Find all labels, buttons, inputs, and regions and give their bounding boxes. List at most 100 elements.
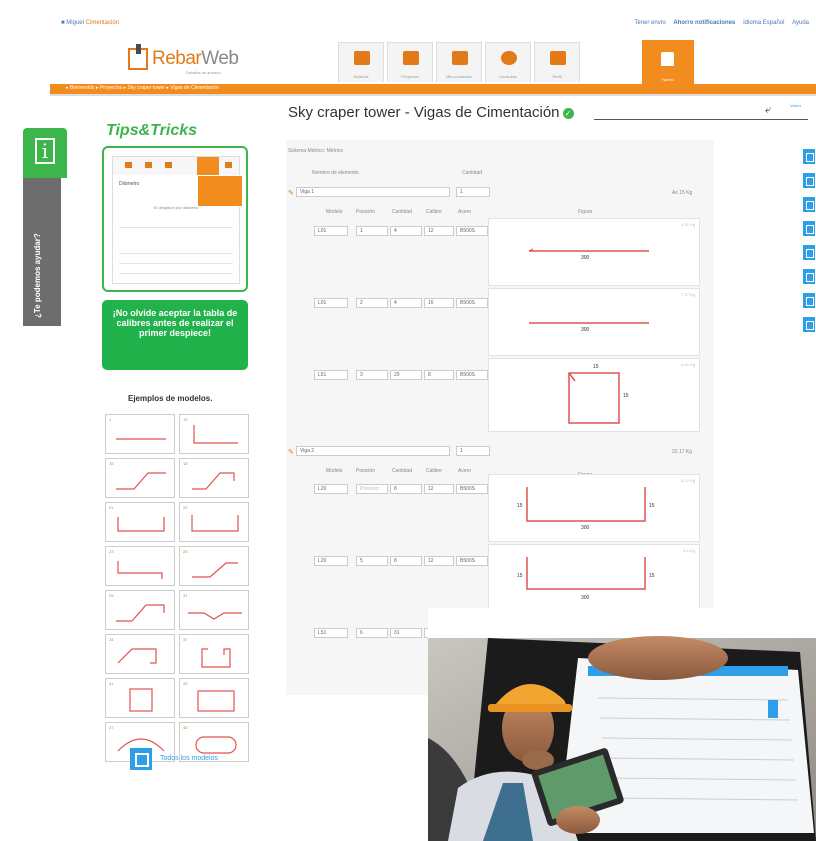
element-name-input[interactable]: Viga 1 xyxy=(296,187,450,197)
model-example-1[interactable]: 1 xyxy=(105,414,175,454)
shape-icon xyxy=(191,515,239,532)
caliber-input[interactable]: 12 xyxy=(424,556,454,566)
nav-tab-queries[interactable]: Consultas xyxy=(485,42,531,82)
examples-grid: 1 13 15 18 21 22 23 28 29 31 34 37 41 43… xyxy=(105,414,249,762)
position-input[interactable]: 3 xyxy=(356,370,388,380)
model-example-15[interactable]: 15 xyxy=(105,458,175,498)
top-link-notifications[interactable]: Ahorro notificaciones xyxy=(673,20,735,26)
shape-icon xyxy=(188,612,242,620)
nav-tab-commands[interactable]: Mis comandos xyxy=(436,42,482,82)
model-example-43[interactable]: 43 xyxy=(179,678,249,718)
models-icon xyxy=(354,51,370,65)
help-tab[interactable]: i ¿Te podemos ayudar? xyxy=(23,128,67,326)
export-pdf-icon[interactable] xyxy=(802,148,816,165)
col-header-model: Modelo xyxy=(326,468,343,474)
all-models-button[interactable]: Todos los modelos xyxy=(130,748,250,770)
model-example-23[interactable]: 23 xyxy=(105,546,175,586)
back-arrow-icon[interactable]: ⤶ xyxy=(765,104,771,117)
caliber-input[interactable]: 8 xyxy=(424,370,454,380)
examples-title: Ejemplos de modelos. xyxy=(128,394,213,403)
tips-box[interactable]: Diámetro El despiece por diámetro xyxy=(102,146,248,292)
steel-input[interactable]: B500S xyxy=(456,298,488,308)
model-example-37[interactable]: 37 xyxy=(179,634,249,674)
position-input[interactable]: 6 xyxy=(356,628,388,638)
steel-input[interactable]: B500S xyxy=(456,226,488,236)
new-icon xyxy=(661,52,674,66)
position-input[interactable]: Posición xyxy=(356,484,388,494)
caliber-input[interactable]: 16 xyxy=(424,298,454,308)
help-ask[interactable]: ¿Te podemos ayudar? xyxy=(23,178,61,326)
qty-input[interactable]: 4 xyxy=(390,298,422,308)
tip-message: ¡No olvide aceptar la tabla de calibres … xyxy=(102,300,248,370)
user-link[interactable]: ■ Miguel Cimentación xyxy=(61,20,119,26)
shape-icon xyxy=(201,648,231,668)
steel-input[interactable]: B500S xyxy=(456,484,488,494)
position-input[interactable]: 1 xyxy=(356,226,388,236)
caliber-input[interactable]: 12 xyxy=(424,484,454,494)
model-example-29[interactable]: 29 xyxy=(105,590,175,630)
download-icon[interactable] xyxy=(802,316,816,333)
qty-header: Cantidad xyxy=(462,170,483,176)
mini-icon xyxy=(125,162,132,168)
nav-tab-projects[interactable]: Proyectos xyxy=(387,42,433,82)
model-input[interactable]: L20 xyxy=(314,484,348,494)
table-icon[interactable] xyxy=(802,220,816,237)
nav-label: Nuevo xyxy=(662,77,674,82)
nav-tab-profile[interactable]: Perfil xyxy=(534,42,580,82)
figure-panel: 4.61 Kg 15 15 xyxy=(488,358,700,432)
position-input[interactable]: 2 xyxy=(356,298,388,308)
position-input[interactable]: 5 xyxy=(356,556,388,566)
element-name-input[interactable]: Viga 2 xyxy=(296,446,450,456)
rebarweb-logo[interactable]: RebarWeb Detalles de armado xyxy=(128,44,248,78)
nav-tab-new[interactable]: Nuevo xyxy=(642,40,694,86)
info-icon[interactable]: i xyxy=(23,128,67,178)
tips-title: Tips&Tricks xyxy=(106,122,198,139)
system-label: Sistema Métrico: Métrico xyxy=(288,148,344,154)
model-example-22[interactable]: 22 xyxy=(179,502,249,542)
u-bar-figure xyxy=(526,487,646,522)
user-name: Miguel xyxy=(66,20,84,26)
top-link-help[interactable]: Ayuda xyxy=(792,20,809,26)
model-example-41[interactable]: 41 xyxy=(105,678,175,718)
mini-text: El despiece por diámetro xyxy=(153,205,199,210)
chevron-up-icon[interactable] xyxy=(802,268,816,285)
print-icon[interactable] xyxy=(802,244,816,261)
model-example-31[interactable]: 31 xyxy=(179,590,249,630)
copy-icon[interactable] xyxy=(802,172,816,189)
model-input[interactable]: L20 xyxy=(314,556,348,566)
qty-input[interactable]: 8 xyxy=(390,484,422,494)
model-input[interactable]: L51 xyxy=(314,628,348,638)
model-example-21[interactable]: 21 xyxy=(105,502,175,542)
model-example-13[interactable]: 13 xyxy=(179,414,249,454)
chevron-down-icon[interactable] xyxy=(802,292,816,309)
model-example-18[interactable]: 18 xyxy=(179,458,249,498)
qty-input[interactable]: 20 xyxy=(390,370,422,380)
model-input[interactable]: L01 xyxy=(314,298,348,308)
element-qty-input[interactable]: 1 xyxy=(456,187,490,197)
breadcrumb[interactable]: ▸ Bienvenido ▸ Proyectos ▸ Sky craper to… xyxy=(50,84,816,94)
dim-label: 15 xyxy=(593,364,599,370)
back-link[interactable]: Volver xyxy=(790,103,801,108)
nav-tab-models[interactable]: Modelos xyxy=(338,42,384,82)
pencil-icon[interactable]: ✎ xyxy=(288,448,294,456)
qty-input[interactable]: 4 xyxy=(390,226,422,236)
top-link-language[interactable]: Idioma Español xyxy=(743,20,784,26)
steel-input[interactable]: B500S xyxy=(456,556,488,566)
photo-illustration xyxy=(428,608,816,841)
page-title: Sky craper tower - Vigas de Cimentación ✓ xyxy=(288,104,574,121)
bar-figure xyxy=(529,322,649,324)
model-example-28[interactable]: 28 xyxy=(179,546,249,586)
title-underline xyxy=(594,119,808,120)
model-input[interactable]: L51 xyxy=(314,370,348,380)
qty-input[interactable]: 31 xyxy=(390,628,422,638)
delete-icon[interactable] xyxy=(802,196,816,213)
model-input[interactable]: L01 xyxy=(314,226,348,236)
caliber-input[interactable]: 12 xyxy=(424,226,454,236)
steel-input[interactable]: B500S xyxy=(456,370,488,380)
model-example-34[interactable]: 34 xyxy=(105,634,175,674)
dim-label: 15 xyxy=(517,503,523,509)
top-link-send[interactable]: Tener envío xyxy=(634,20,665,26)
element-qty-input[interactable]: 1 xyxy=(456,446,490,456)
qty-input[interactable]: 8 xyxy=(390,556,422,566)
pencil-icon[interactable]: ✎ xyxy=(288,189,294,197)
